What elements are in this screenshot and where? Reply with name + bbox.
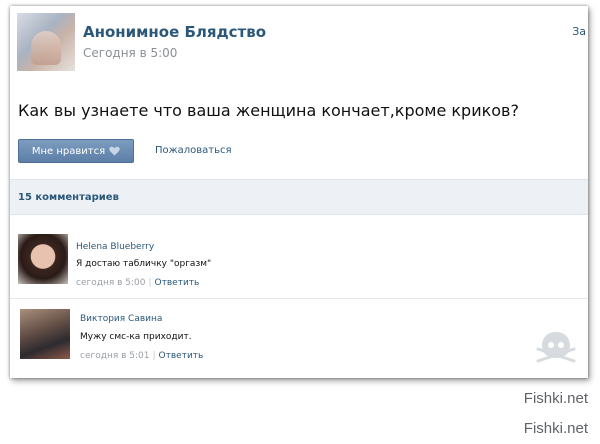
reply-link[interactable]: Ответить <box>159 351 204 361</box>
comment-text: Я достаю табличку "оргазм" <box>76 259 212 269</box>
comment-item: Helena Blueberry Я достаю табличку "орга… <box>10 228 588 294</box>
report-link[interactable]: Пожаловаться <box>155 145 232 156</box>
source-credit: Fishki.net <box>523 420 588 437</box>
post-time[interactable]: Сегодня в 5:00 <box>83 46 177 60</box>
meta-separator: | <box>152 351 156 361</box>
heart-icon <box>109 146 120 156</box>
commenter-name[interactable]: Виктория Савина <box>80 314 162 324</box>
comment-text: Мужу смс-ка приходит. <box>80 332 192 342</box>
meta-separator: | <box>148 278 152 288</box>
comment-meta: сегодня в 5:00 | Ответить <box>76 278 199 288</box>
reply-link[interactable]: Ответить <box>155 278 200 288</box>
corner-link[interactable]: За <box>572 25 586 38</box>
like-button[interactable]: Мне нравится <box>18 139 134 163</box>
post-card: Анонимное Блядство Сегодня в 5:00 За Как… <box>10 6 588 378</box>
source-credit: Fishki.net <box>523 390 588 407</box>
commenter-avatar[interactable] <box>18 234 68 284</box>
comment-meta: сегодня в 5:01 | Ответить <box>80 351 203 361</box>
comment-time[interactable]: сегодня в 5:01 <box>80 351 149 361</box>
commenter-name[interactable]: Helena Blueberry <box>76 242 154 252</box>
comments-header[interactable]: 15 комментариев <box>10 179 588 215</box>
post-text: Как вы узнаете что ваша женщина кончает,… <box>18 101 519 120</box>
watermark-logo-icon <box>536 332 576 363</box>
author-name[interactable]: Анонимное Блядство <box>83 23 266 41</box>
like-label: Мне нравится <box>31 145 106 157</box>
author-avatar[interactable] <box>17 13 75 71</box>
comments-count[interactable]: 15 комментариев <box>18 192 119 203</box>
comment-item: Виктория Савина Мужу смс-ка приходит. се… <box>10 298 588 369</box>
comment-time[interactable]: сегодня в 5:00 <box>76 278 145 288</box>
commenter-avatar[interactable] <box>20 309 70 359</box>
